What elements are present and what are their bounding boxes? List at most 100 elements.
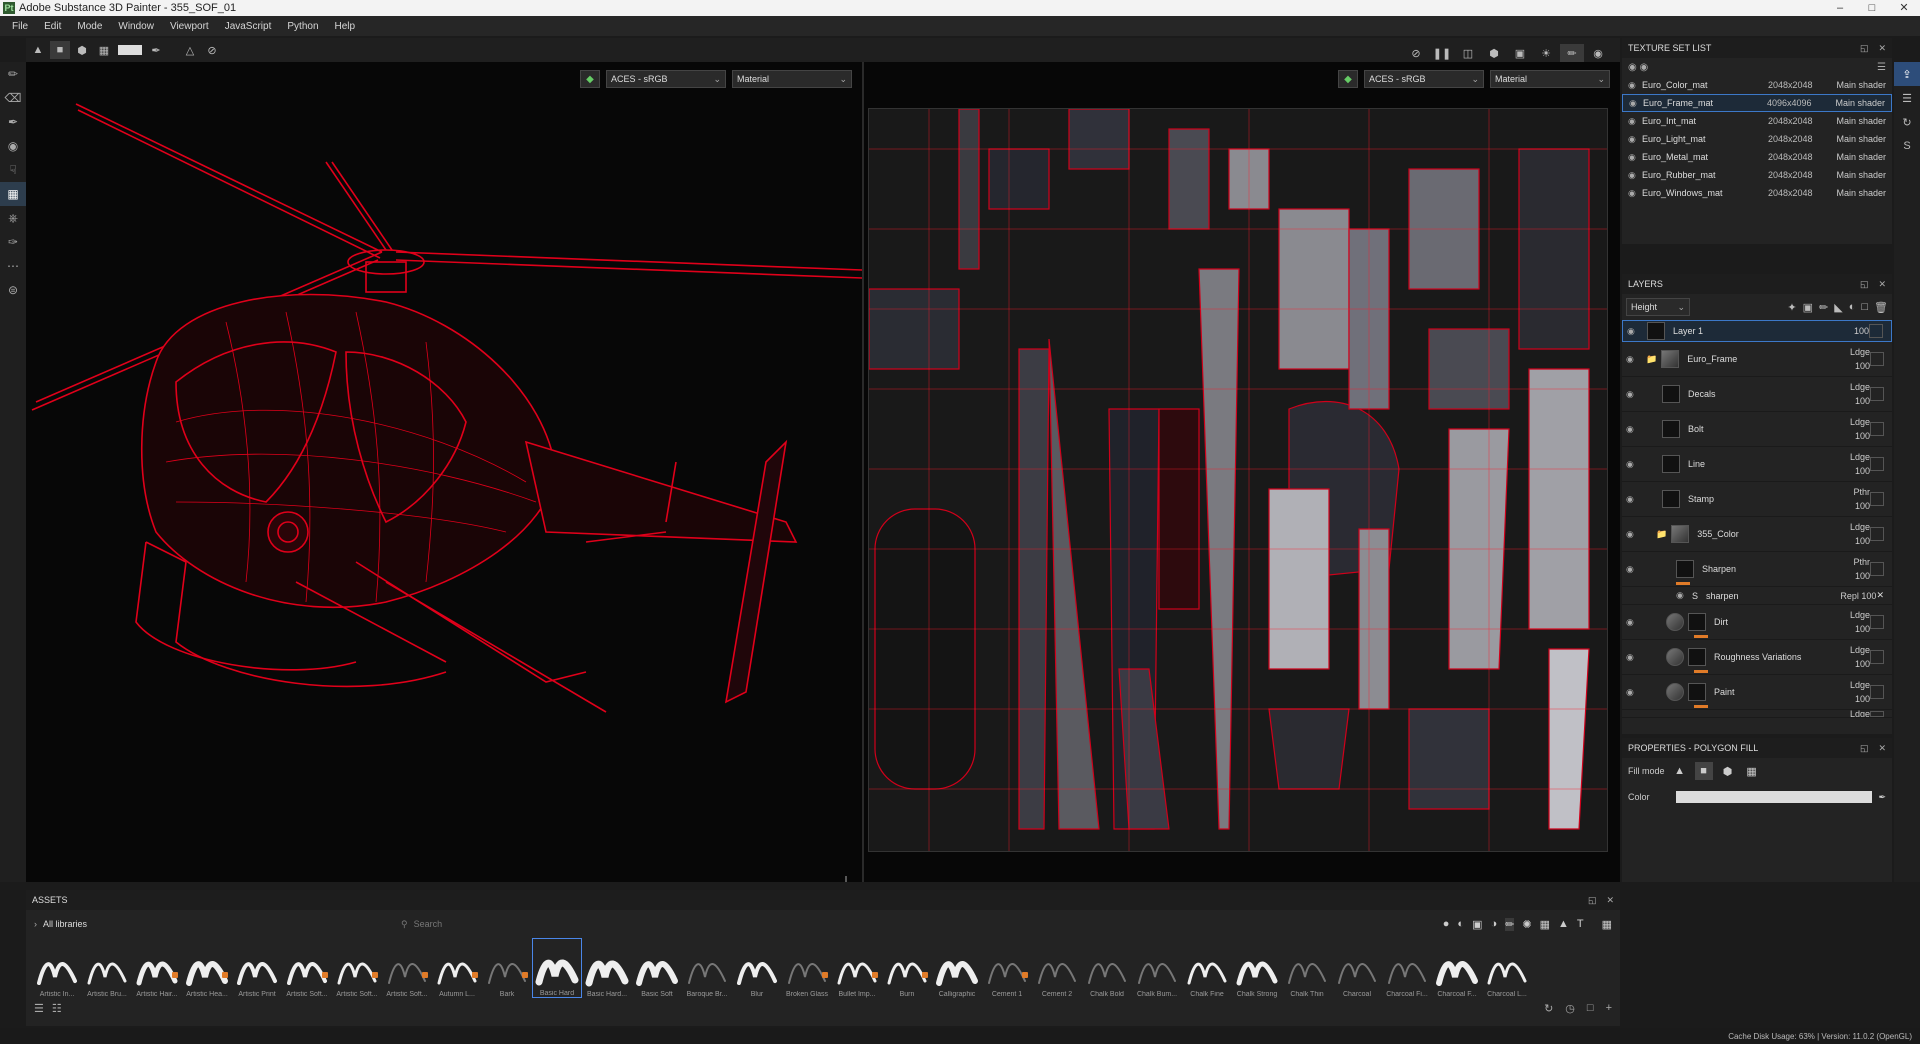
hide-wireframe-icon[interactable]: ⊘ bbox=[1404, 44, 1428, 62]
uv-fill-icon[interactable]: ▦ bbox=[1743, 762, 1761, 780]
add-smart-icon[interactable]: ◐ bbox=[1849, 301, 1856, 313]
eyedropper-icon[interactable]: ✒ bbox=[1878, 792, 1886, 803]
library-selector[interactable]: All libraries bbox=[43, 919, 87, 929]
brush-thumbnail[interactable]: Artistic In... bbox=[32, 938, 82, 998]
close-icon[interactable]: ✕ bbox=[1878, 279, 1886, 290]
projection-icon[interactable]: ✒ bbox=[0, 110, 26, 134]
eyedropper-icon[interactable]: ✒ bbox=[146, 41, 166, 59]
texture-set-row[interactable]: ◉ Euro_Windows_mat 2048x2048 Main shader bbox=[1622, 184, 1892, 202]
eye-icon[interactable]: ◉ bbox=[1626, 459, 1642, 470]
grid-view-icon[interactable]: ▦ bbox=[1602, 918, 1612, 931]
layer-checkbox[interactable] bbox=[1870, 387, 1884, 401]
add-icon[interactable]: + bbox=[1606, 1002, 1612, 1015]
layer-checkbox[interactable] bbox=[1870, 527, 1884, 541]
texture-set-row[interactable]: ◉ Euro_Rubber_mat 2048x2048 Main shader bbox=[1622, 166, 1892, 184]
paint-mode-icon[interactable]: ✏ bbox=[1560, 44, 1584, 62]
remove-effect-icon[interactable]: ✕ bbox=[1876, 590, 1884, 601]
geometry-mask-icon[interactable]: ◉ bbox=[0, 134, 26, 158]
channel-dropdown[interactable]: Height ⌄ bbox=[1626, 298, 1690, 316]
quad-fill-icon[interactable]: ■ bbox=[1694, 762, 1713, 780]
history-icon[interactable]: ↻ bbox=[1894, 110, 1920, 134]
layer-row[interactable]: ◉ Layer 1 100 bbox=[1622, 320, 1892, 342]
layer-row[interactable]: ◉ Bolt Ldge 100 bbox=[1622, 412, 1892, 447]
brush-thumbnail[interactable]: Chalk Bold bbox=[1082, 938, 1132, 998]
eraser-icon[interactable]: ⌫ bbox=[0, 86, 26, 110]
viewport-3d[interactable]: ◆ ACES - sRGB ⌄ Material ⌄ bbox=[26, 62, 862, 882]
brush-thumbnail[interactable]: Basic Hard bbox=[532, 938, 582, 998]
lazy-mouse-icon[interactable]: ⊘ bbox=[202, 41, 222, 59]
smudge-icon[interactable]: ☟ bbox=[0, 158, 26, 182]
layer-row-partial[interactable]: Ldge bbox=[1622, 710, 1892, 718]
menu-python[interactable]: Python bbox=[279, 21, 326, 32]
delete-icon[interactable]: 🗑 bbox=[1874, 301, 1888, 314]
layers-icon[interactable]: ☰ bbox=[1894, 86, 1920, 110]
close-icon[interactable]: ✕ bbox=[1606, 895, 1614, 906]
close-icon[interactable]: ✕ bbox=[1878, 43, 1886, 54]
texture-set-row[interactable]: ◉ Euro_Light_mat 2048x2048 Main shader bbox=[1622, 130, 1892, 148]
effect-row[interactable]: ◉ Ssharpen Repl 100 ✕ bbox=[1622, 587, 1892, 605]
layer-row[interactable]: ◉ Paint Ldge 100 bbox=[1622, 675, 1892, 710]
eye-icon[interactable]: ◉ bbox=[1626, 617, 1642, 628]
list-options-icon[interactable]: ☰ bbox=[34, 1002, 44, 1015]
screenshot-icon[interactable]: ◉ bbox=[1586, 44, 1610, 62]
brush-thumbnail[interactable]: Blur bbox=[732, 938, 782, 998]
brush-thumbnail[interactable]: Baroque Br... bbox=[682, 938, 732, 998]
layer-checkbox[interactable] bbox=[1870, 615, 1884, 629]
polygon-fill-icon[interactable]: ▦ bbox=[0, 182, 26, 206]
object-fill-icon[interactable]: ⬢ bbox=[1719, 762, 1737, 780]
environment-filter-icon[interactable]: ▲ bbox=[1558, 918, 1569, 931]
layer-checkbox[interactable] bbox=[1870, 492, 1884, 506]
eye-icon[interactable]: ◉ bbox=[1676, 590, 1692, 601]
float-icon[interactable]: ◱ bbox=[1860, 743, 1869, 754]
triangle-fill-icon[interactable]: ▲ bbox=[28, 41, 48, 59]
import-icon[interactable]: □ bbox=[1587, 1002, 1594, 1015]
shield-icon[interactable]: ◆ bbox=[580, 70, 600, 88]
menu-icon[interactable]: ☰ bbox=[1877, 62, 1886, 73]
menu-help[interactable]: Help bbox=[327, 21, 364, 32]
viewport-2d[interactable]: ◆ ACES - sRGB ⌄ Material ⌄ bbox=[864, 62, 1620, 882]
texture-set-row[interactable]: ◉ Euro_Color_mat 2048x2048 Main shader bbox=[1622, 76, 1892, 94]
particle-filter-icon[interactable]: ✺ bbox=[1522, 918, 1531, 931]
layer-checkbox[interactable] bbox=[1870, 685, 1884, 699]
brush-thumbnail[interactable]: Bark bbox=[482, 938, 532, 998]
brush-thumbnail[interactable]: Charcoal F... bbox=[1432, 938, 1482, 998]
maximize-icon[interactable]: □ bbox=[1856, 0, 1888, 16]
eye-icon[interactable]: ◉ bbox=[1628, 170, 1642, 181]
text-filter-icon[interactable]: T bbox=[1577, 918, 1584, 931]
object-fill-icon[interactable]: ⬢ bbox=[72, 41, 92, 59]
search-input[interactable]: Search bbox=[414, 919, 443, 929]
close-icon[interactable]: ✕ bbox=[1878, 743, 1886, 754]
layer-checkbox[interactable] bbox=[1870, 710, 1884, 717]
render-mode-dropdown[interactable]: Material ⌄ bbox=[732, 70, 852, 88]
layer-row[interactable]: ◉ Sharpen Pthr 100 bbox=[1622, 552, 1892, 587]
layer-row[interactable]: ◉ Dirt Ldge 100 bbox=[1622, 605, 1892, 640]
filter-icon[interactable]: ☷ bbox=[52, 1002, 62, 1015]
shield-icon[interactable]: ◆ bbox=[1338, 70, 1358, 88]
layer-checkbox[interactable] bbox=[1870, 352, 1884, 366]
close-icon[interactable]: ✕ bbox=[1888, 0, 1920, 16]
eye-icon[interactable]: ◉ bbox=[1626, 529, 1642, 540]
texture-set-row[interactable]: ◉ Euro_Metal_mat 2048x2048 Main shader bbox=[1622, 148, 1892, 166]
eye-icon[interactable]: ◉ bbox=[1626, 494, 1642, 505]
eye-icon[interactable]: ◉ bbox=[1627, 326, 1643, 337]
brush-thumbnail[interactable]: Cement 1 bbox=[982, 938, 1032, 998]
brush-thumbnail[interactable]: Bullet Imp... bbox=[832, 938, 882, 998]
color-swatch[interactable] bbox=[116, 41, 144, 59]
texture-set-row[interactable]: ◉ Euro_Frame_mat 4096x4096 Main shader bbox=[1622, 94, 1892, 112]
eye-icon[interactable]: ◉ bbox=[1626, 389, 1642, 400]
brush-filter-icon[interactable]: ✏ bbox=[1505, 917, 1515, 931]
eye-icon[interactable]: ◉ bbox=[1628, 134, 1642, 145]
eye-icon[interactable]: ◉ bbox=[1628, 116, 1642, 127]
layer-row[interactable]: ◉ 📁 Euro_Frame Ldge 100 bbox=[1622, 342, 1892, 377]
layer-row[interactable]: ◉ Line Ldge 100 bbox=[1622, 447, 1892, 482]
chevron-right-icon[interactable]: › bbox=[34, 919, 37, 929]
brush-thumbnail[interactable]: Broken Glass bbox=[782, 938, 832, 998]
3d-view-icon[interactable]: ⬢ bbox=[1482, 44, 1506, 62]
menu-edit[interactable]: Edit bbox=[36, 21, 69, 32]
refresh-icon[interactable]: ↻ bbox=[1544, 1002, 1553, 1015]
colorspace-dropdown-2d[interactable]: ACES - sRGB ⌄ bbox=[1364, 70, 1484, 88]
brush-thumbnail[interactable]: Cement 2 bbox=[1032, 938, 1082, 998]
brush-thumbnail[interactable]: Chalk Fine bbox=[1182, 938, 1232, 998]
brush-thumbnail[interactable]: Chalk Bum... bbox=[1132, 938, 1182, 998]
layer-checkbox[interactable] bbox=[1870, 422, 1884, 436]
